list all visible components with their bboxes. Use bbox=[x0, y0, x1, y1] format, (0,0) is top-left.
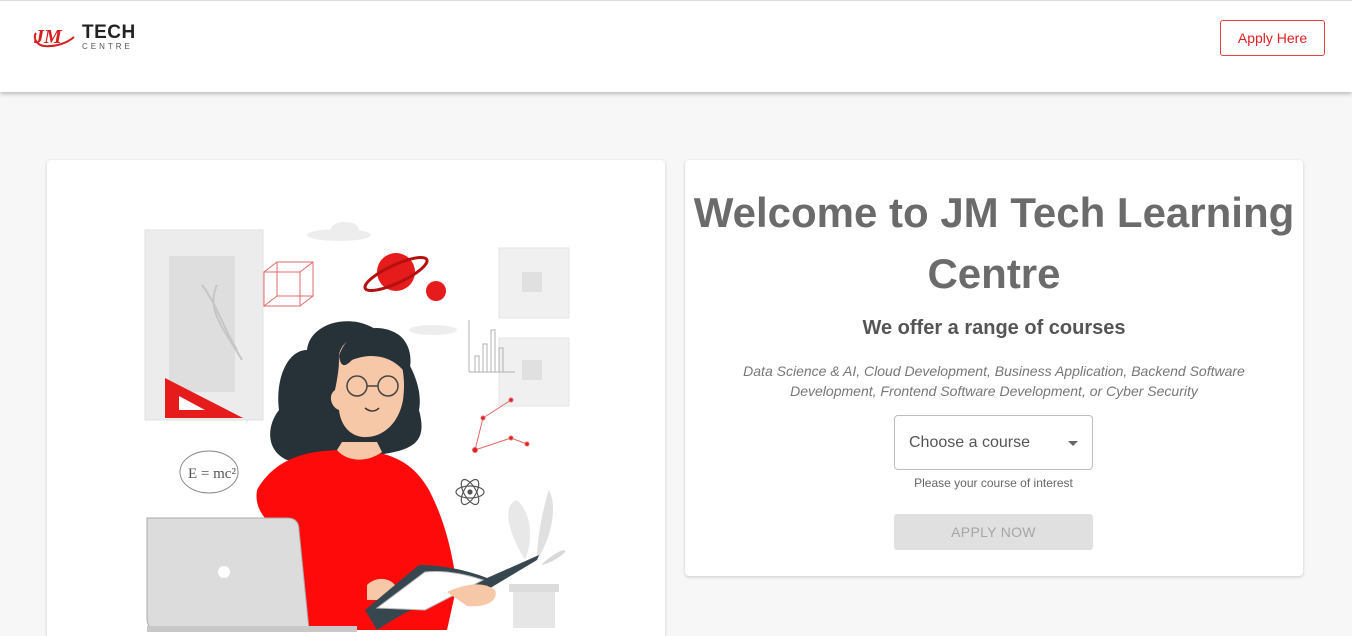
course-select-helper: Please your course of interest bbox=[914, 476, 1073, 490]
atom-icon bbox=[455, 478, 485, 506]
course-select-value: Choose a course bbox=[909, 434, 1030, 451]
formula-label: E = mc² bbox=[188, 466, 236, 482]
illustration-card: E = mc² bbox=[47, 160, 665, 636]
woman-reading-illustration: E = mc² bbox=[144, 222, 570, 632]
welcome-card: Welcome to JM Tech Learning Centre We of… bbox=[685, 160, 1303, 576]
top-app-bar: JM TECH CENTRE Apply Here bbox=[0, 0, 1352, 92]
course-select[interactable]: Choose a course bbox=[894, 415, 1093, 470]
courses-list-text: Data Science & AI, Cloud Development, Bu… bbox=[743, 363, 1245, 399]
jm-logo-mark: JM bbox=[33, 26, 75, 48]
courses-subtitle: We offer a range of courses bbox=[862, 317, 1126, 339]
apply-now-button[interactable]: APPLY NOW bbox=[894, 514, 1093, 550]
planet-icon bbox=[363, 253, 429, 293]
caret-down-icon bbox=[1068, 441, 1078, 446]
jm-tech-logo[interactable]: JM TECH CENTRE bbox=[30, 19, 136, 55]
logo-monogram: JM bbox=[33, 26, 63, 48]
logo-name: TECH bbox=[82, 22, 136, 43]
page-title: Welcome to JM Tech Learning Centre bbox=[693, 189, 1295, 297]
logo-tagline: CENTRE bbox=[82, 42, 133, 51]
apply-here-button[interactable]: Apply Here bbox=[1220, 20, 1325, 56]
